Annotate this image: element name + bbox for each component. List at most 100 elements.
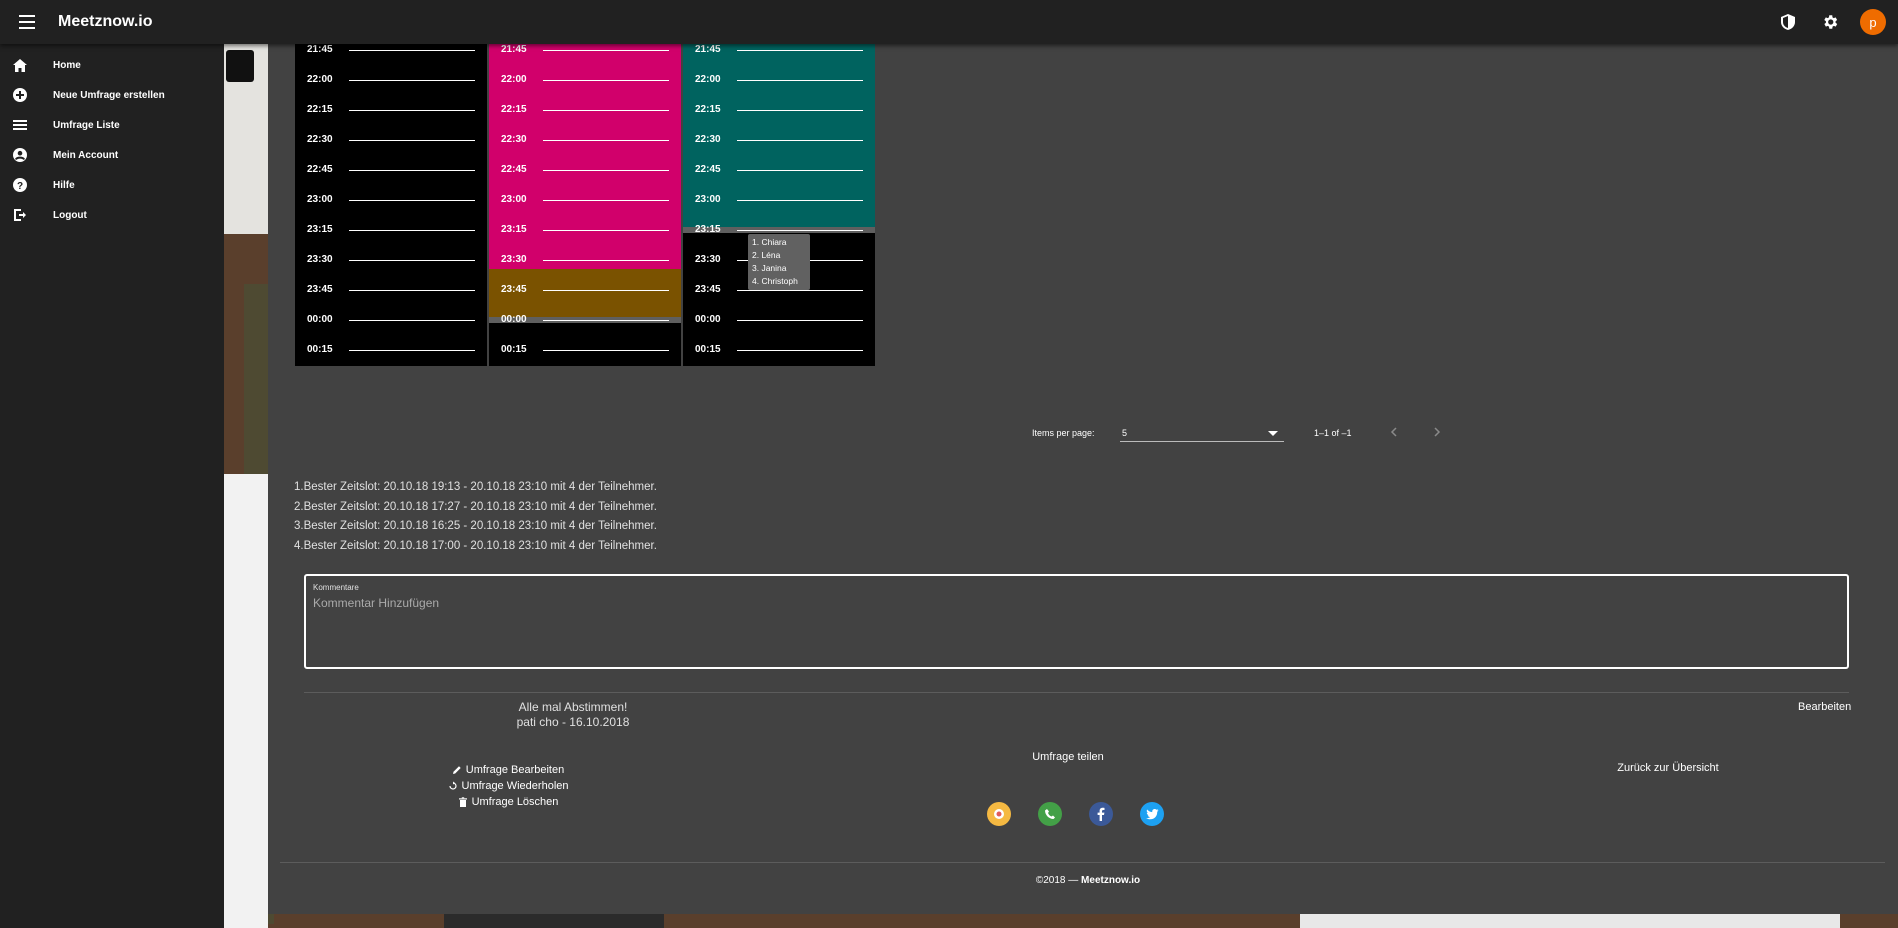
page-size-value: 5 <box>1122 428 1128 438</box>
menu-icon[interactable] <box>14 9 40 35</box>
previous-page-button[interactable] <box>1386 424 1402 440</box>
time-slot-row[interactable]: 00:15 <box>683 344 875 366</box>
comment-label: Kommentare <box>313 583 359 592</box>
slot-line <box>543 260 669 261</box>
time-slot-row[interactable]: 23:00 <box>489 194 681 224</box>
slot-line <box>543 350 669 351</box>
time-slot-row[interactable]: 23:30 <box>489 254 681 284</box>
sidebar-item-logout[interactable]: Logout <box>0 200 224 230</box>
items-per-page-label: Items per page: <box>1032 428 1095 438</box>
participants-tooltip: 1. Chiara 2. Léna 3. Janina 4. Christoph <box>748 234 810 290</box>
tooltip-line: 3. Janina <box>752 263 787 273</box>
time-slot-row[interactable]: 22:00 <box>489 74 681 104</box>
page-size-select[interactable]: 5 <box>1120 422 1284 442</box>
home-icon <box>12 57 28 73</box>
time-slot-row[interactable]: 22:30 <box>295 134 487 164</box>
time-slot-row[interactable]: 21:45 <box>489 44 681 74</box>
settings-gear-icon[interactable] <box>1818 10 1842 34</box>
time-label: 22:15 <box>307 104 333 115</box>
sidebar-item-help[interactable]: ? Hilfe <box>0 170 224 200</box>
slot-line <box>737 290 863 291</box>
time-label: 22:30 <box>307 134 333 145</box>
participant-column-3: 21:45 22:00 22:15 22:30 22:45 23:00 23:15 23:30… <box>683 44 875 366</box>
slot-line <box>737 80 863 81</box>
repeat-poll-label: Umfrage Wiederholen <box>461 780 569 792</box>
twitter-share-icon[interactable] <box>1140 802 1164 826</box>
time-slot-row[interactable]: 21:45 <box>295 44 487 74</box>
security-shield-icon[interactable] <box>1776 10 1800 34</box>
time-slot-row[interactable]: 23:00 <box>295 194 487 224</box>
time-slot-row[interactable]: 22:45 <box>489 164 681 194</box>
slot-line <box>543 50 669 51</box>
poll-info: Alle mal Abstimmen! pati cho - 16.10.201… <box>508 700 638 730</box>
time-slot-row[interactable]: 22:15 <box>295 104 487 134</box>
time-slot-row[interactable]: 22:00 <box>295 74 487 104</box>
time-label: 23:15 <box>307 224 333 235</box>
whatsapp-share-icon[interactable] <box>1038 802 1062 826</box>
sidebar-item-home[interactable]: Home <box>0 50 224 80</box>
time-slot-row[interactable]: 00:15 <box>489 344 681 366</box>
slot-line <box>543 170 669 171</box>
facebook-share-icon[interactable] <box>1089 802 1113 826</box>
logout-icon <box>12 207 28 223</box>
slot-line <box>349 110 475 111</box>
time-label: 00:00 <box>695 314 721 325</box>
sidebar-item-label: Home <box>53 59 81 71</box>
time-slot-row[interactable]: 23:45 <box>489 284 681 314</box>
edit-button[interactable]: Bearbeiten <box>1798 701 1851 713</box>
time-label: 23:45 <box>307 284 333 295</box>
comment-input[interactable] <box>313 596 1833 656</box>
slot-line <box>349 350 475 351</box>
tooltip-line: 1. Chiara <box>752 237 787 247</box>
app-title[interactable]: Meetznow.io <box>58 13 153 31</box>
time-slot-row[interactable]: 22:30 <box>683 134 875 164</box>
footer-brand: Meetznow.io <box>1081 875 1141 886</box>
user-avatar[interactable]: p <box>1860 9 1886 35</box>
sidebar-item-account[interactable]: Mein Account <box>0 140 224 170</box>
email-share-icon[interactable] <box>987 802 1011 826</box>
sidebar-item-new-poll[interactable]: Neue Umfrage erstellen <box>0 80 224 110</box>
svg-text:?: ? <box>17 181 23 192</box>
time-label: 23:00 <box>695 194 721 205</box>
time-slot-row[interactable]: 00:00 <box>683 314 875 344</box>
time-slot-row[interactable]: 00:15 <box>295 344 487 366</box>
poll-actions: Umfrage Bearbeiten Umfrage Wiederholen U… <box>428 762 588 810</box>
time-slot-row[interactable]: 00:00 <box>489 314 681 344</box>
time-slot-row[interactable]: 21:45 <box>683 44 875 74</box>
time-slot-row[interactable]: 23:00 <box>683 194 875 224</box>
sidebar-item-label: Logout <box>53 209 87 221</box>
time-label: 00:15 <box>501 344 527 355</box>
best-slot-item: 4.Bester Zeitslot: 20.10.18 17:00 - 20.1… <box>294 539 657 552</box>
time-slot-row[interactable]: 22:00 <box>683 74 875 104</box>
time-label: 22:45 <box>307 164 333 175</box>
slot-line <box>737 350 863 351</box>
participant-column-1: 21:45 22:00 22:15 22:30 22:45 23:00 23:15 23:30… <box>295 44 487 366</box>
back-to-overview-link[interactable]: Zurück zur Übersicht <box>1608 762 1728 774</box>
time-slot-row[interactable]: 23:15 <box>489 224 681 254</box>
time-label: 22:30 <box>695 134 721 145</box>
edit-poll-button[interactable]: Umfrage Bearbeiten <box>428 762 588 778</box>
delete-poll-button[interactable]: Umfrage Löschen <box>428 794 588 810</box>
next-page-button[interactable] <box>1429 424 1445 440</box>
time-slot-row[interactable]: 22:30 <box>489 134 681 164</box>
repeat-poll-button[interactable]: Umfrage Wiederholen <box>428 778 588 794</box>
sidebar-item-poll-list[interactable]: Umfrage Liste <box>0 110 224 140</box>
time-label: 21:45 <box>501 44 527 55</box>
time-slot-row[interactable]: 22:15 <box>683 104 875 134</box>
time-label: 23:30 <box>501 254 527 265</box>
time-label: 23:00 <box>307 194 333 205</box>
slot-line <box>737 110 863 111</box>
time-slot-row[interactable]: 00:00 <box>295 314 487 344</box>
sidebar-item-label: Mein Account <box>53 149 119 161</box>
time-label: 22:00 <box>501 74 527 85</box>
time-slot-row[interactable]: 23:30 <box>295 254 487 284</box>
time-slot-row[interactable]: 22:45 <box>295 164 487 194</box>
time-slot-row[interactable]: 23:45 <box>295 284 487 314</box>
time-slot-row[interactable]: 23:15 <box>295 224 487 254</box>
slot-line <box>349 50 475 51</box>
time-slot-row[interactable]: 22:15 <box>489 104 681 134</box>
share-buttons <box>987 802 1164 826</box>
time-slot-row[interactable]: 22:45 <box>683 164 875 194</box>
time-label: 23:45 <box>501 284 527 295</box>
add-circle-icon <box>12 87 28 103</box>
